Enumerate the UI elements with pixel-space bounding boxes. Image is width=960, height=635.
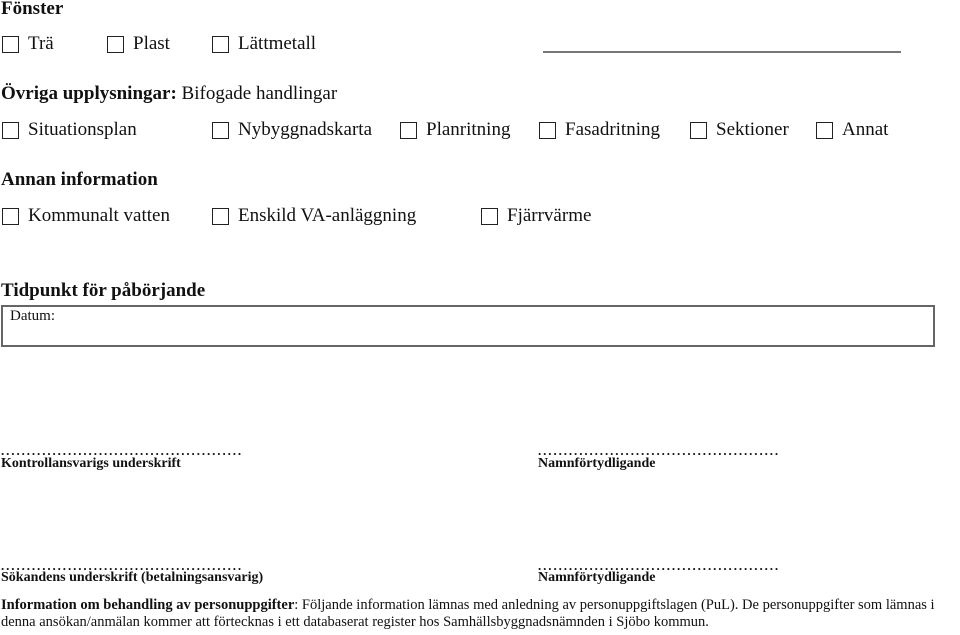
checkbox-label: Sektioner <box>716 119 789 140</box>
checkbox-label: Fasadritning <box>565 119 660 140</box>
date-field[interactable]: Datum: <box>1 305 935 347</box>
section-title-ovriga: Övriga upplysningar: Bifogade handlingar <box>1 83 337 105</box>
checkbox-square-icon[interactable] <box>816 121 833 139</box>
checkbox-square-icon[interactable] <box>400 121 417 139</box>
checkbox-fjarrvarme[interactable]: Fjärrvärme <box>481 205 591 227</box>
checkbox-square-icon[interactable] <box>107 35 124 53</box>
checkbox-square-icon[interactable] <box>212 207 229 225</box>
checkbox-label: Fjärrvärme <box>507 205 592 226</box>
checkbox-sektioner[interactable]: Sektioner <box>690 119 789 141</box>
checkbox-square-icon[interactable] <box>212 35 229 53</box>
kontroll-signature-label: Kontrollansvarigs underskrift <box>1 456 181 471</box>
privacy-information-paragraph: Information om behandling av personuppgi… <box>1 597 959 631</box>
sokande-signature-label: Sökandens underskrift (betalningsansvari… <box>1 570 264 585</box>
checkbox-square-icon[interactable] <box>212 121 229 139</box>
checkbox-square-icon[interactable] <box>2 121 19 139</box>
ovriga-subtitle: Bifogade handlingar <box>181 83 338 104</box>
checkbox-square-icon[interactable] <box>2 35 19 53</box>
checkbox-label: Kommunalt vatten <box>28 205 170 226</box>
checkbox-label: Planritning <box>426 119 511 140</box>
checkbox-label: Plast <box>133 33 170 54</box>
checkbox-tra[interactable]: Trä <box>2 33 54 55</box>
checkbox-square-icon[interactable] <box>690 121 707 139</box>
checkbox-annat[interactable]: Annat <box>816 119 888 141</box>
checkbox-nybyggnadskarta[interactable]: Nybyggnadskarta <box>212 119 372 141</box>
checkbox-planritning[interactable]: Planritning <box>400 119 510 141</box>
checkbox-square-icon[interactable] <box>481 207 498 225</box>
section-title-tidpunkt: Tidpunkt för påbörjande <box>1 280 206 301</box>
checkbox-label: Trä <box>28 33 54 54</box>
signature-line-kontroll[interactable]: ........................................… <box>1 446 243 456</box>
checkbox-square-icon[interactable] <box>539 121 556 139</box>
checkbox-fasadritning[interactable]: Fasadritning <box>539 119 660 141</box>
checkbox-enskild-va[interactable]: Enskild VA-anläggning <box>212 205 416 227</box>
checkbox-plast[interactable]: Plast <box>107 33 170 55</box>
checkbox-label: Annat <box>842 119 889 140</box>
checkbox-kommunalt-vatten[interactable]: Kommunalt vatten <box>2 205 170 227</box>
namnfortydligande-label-1: Namnförtydligande <box>538 456 656 471</box>
checkbox-situationsplan[interactable]: Situationsplan <box>2 119 137 141</box>
checkbox-label: Nybyggnadskarta <box>238 119 373 140</box>
ovriga-title: Övriga upplysningar: <box>1 83 177 104</box>
section-title-annan: Annan information <box>1 169 158 190</box>
date-label: Datum: <box>10 308 55 324</box>
section-title-fonster: Fönster <box>1 0 64 19</box>
checkbox-square-icon[interactable] <box>2 207 19 225</box>
checkbox-lattmetall[interactable]: Lättmetall <box>212 33 316 55</box>
name-line-1[interactable]: ........................................… <box>538 446 780 456</box>
checkbox-label: Enskild VA-anläggning <box>238 205 417 226</box>
namnfortydligande-label-2: Namnförtydligande <box>538 570 656 585</box>
checkbox-label: Lättmetall <box>238 33 317 54</box>
privacy-info-heading: Information om behandling av personuppgi… <box>1 597 295 613</box>
fill-in-line[interactable] <box>543 51 901 53</box>
checkbox-label: Situationsplan <box>28 119 137 140</box>
